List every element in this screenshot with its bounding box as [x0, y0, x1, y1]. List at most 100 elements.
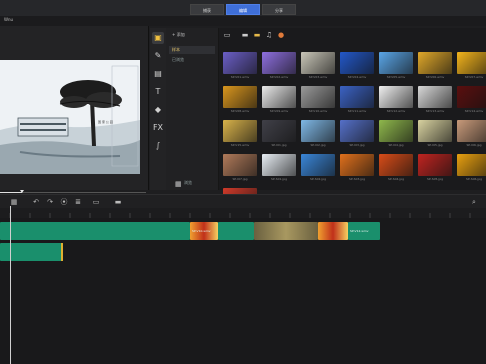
thumbnail-label: SP-V12.wmv	[386, 109, 406, 113]
media-thumbnail[interactable]	[379, 86, 413, 108]
thumbnail-label: SP-V15.wmv	[230, 143, 250, 147]
thumbnail-label: SP-I06.jpg	[466, 143, 482, 147]
media-thumbnail[interactable]	[262, 86, 296, 108]
timeline-clip[interactable]	[318, 222, 348, 240]
media-thumbnail[interactable]	[223, 86, 257, 108]
browse-icon[interactable]: ▦	[175, 180, 182, 188]
tab-capture[interactable]: 捕获	[190, 4, 224, 15]
media-thumbnail[interactable]	[457, 154, 486, 176]
media-thumbnail[interactable]	[340, 154, 374, 176]
thumbnail-label: SP-S05.jpg	[426, 177, 444, 181]
thumbnail-label: SP-S01.jpg	[270, 177, 288, 181]
path-icon[interactable]: ∫	[152, 140, 164, 152]
clip-label: SP-V12.wmv	[350, 229, 369, 233]
record-icon[interactable]: ⦿	[60, 198, 68, 206]
redo-icon[interactable]: ↷	[46, 198, 54, 206]
thumbnail-label: SP-S06.jpg	[465, 177, 483, 181]
media-thumbnail[interactable]	[223, 52, 257, 74]
photo-filter-icon[interactable]: ▬	[253, 31, 261, 39]
media-thumbnail[interactable]	[379, 120, 413, 142]
add-folder-button[interactable]: + 添加	[169, 31, 215, 39]
thumbnail-label: SP-V01.wmv	[230, 75, 250, 79]
timeline-clip[interactable]	[254, 222, 318, 240]
media-thumbnail[interactable]	[340, 52, 374, 74]
thumbnail-label: SP-I05.jpg	[427, 143, 443, 147]
browse-label[interactable]: 浏览	[184, 180, 192, 186]
thumbnail-label: SP-S03.jpg	[348, 177, 366, 181]
storyboard-icon[interactable]: ▦	[10, 198, 18, 206]
audio-filter-icon[interactable]: ♫	[265, 31, 273, 39]
media-thumbnail[interactable]	[301, 120, 335, 142]
media-thumbnail[interactable]	[262, 52, 296, 74]
thumbnail-label: SP-V07.wmv	[464, 75, 484, 79]
timeline-tracks: SP-V10.wmv SP-V12.wmv	[0, 218, 486, 364]
filter-icon[interactable]: FX	[152, 122, 164, 134]
thumbnail-label: SP-V13.wmv	[425, 109, 445, 113]
timeline-clip[interactable]	[0, 222, 190, 240]
folder-icon[interactable]: ▭	[223, 31, 231, 39]
media-thumbnail[interactable]	[379, 52, 413, 74]
clip-trim-handle[interactable]	[61, 243, 63, 261]
thumbnail-label: SP-V11.wmv	[347, 109, 367, 113]
smart-filter-icon[interactable]: ●	[277, 31, 285, 39]
thumbnail-label: SP-V02.wmv	[269, 75, 289, 79]
tab-share[interactable]: 分享	[262, 4, 296, 15]
thumbnail-label: SP-V03.wmv	[308, 75, 328, 79]
thumbnail-label: SP-V10.wmv	[308, 109, 328, 113]
media-folder-icon[interactable]: ▣	[152, 32, 164, 44]
media-thumbnail[interactable]	[262, 120, 296, 142]
playhead[interactable]	[10, 206, 11, 364]
side-toolbar: ▣ ✎ ▤ T ◆ FX ∫	[150, 28, 166, 190]
video-filter-icon[interactable]: ▬	[241, 31, 249, 39]
clip-label: SP-V10.wmv	[192, 229, 211, 233]
graphic-icon[interactable]: ◆	[152, 104, 164, 116]
thumbnail-label: SP-V06.wmv	[425, 75, 445, 79]
undo-icon[interactable]: ↶	[32, 198, 40, 206]
menu-label[interactable]: Wnu	[4, 17, 13, 22]
title-icon[interactable]: T	[152, 86, 164, 98]
media-thumbnail[interactable]	[301, 52, 335, 74]
thumbnail-label: SP-V04.wmv	[347, 75, 367, 79]
media-thumbnail[interactable]	[418, 86, 452, 108]
media-thumbnail[interactable]	[340, 86, 374, 108]
thumbnail-label: SP-V08.wmv	[230, 109, 250, 113]
timeline-ruler[interactable]	[0, 208, 486, 218]
media-thumbnail[interactable]	[418, 52, 452, 74]
mixer-icon[interactable]: ≣	[74, 198, 82, 206]
preview-overlay-text: 国 家 公 园	[98, 120, 113, 124]
folder-item[interactable]: 已浏览	[169, 56, 215, 64]
thumbnail-label: SP-I07.jpg	[232, 177, 248, 181]
library-panel: ▭ ▬ ▬ ♫ ● SP-V01.wmv SP-V02.wmv SP-V03.wmv…	[175, 28, 486, 215]
folder-item[interactable]: 样本	[169, 46, 215, 54]
tab-edit[interactable]: 编辑	[226, 4, 260, 15]
media-thumbnail[interactable]	[457, 120, 486, 142]
media-thumbnail[interactable]	[457, 86, 486, 108]
zoom-icon[interactable]: ⌕	[470, 198, 478, 206]
thumbnail-label: SP-I01.jpg	[271, 143, 287, 147]
media-thumbnail[interactable]	[223, 120, 257, 142]
preview-window[interactable]: 国 家 公 园	[0, 60, 140, 174]
instant-project-icon[interactable]: ✎	[152, 50, 164, 62]
media-thumbnail[interactable]	[457, 52, 486, 74]
timeline-clip[interactable]	[218, 222, 254, 240]
media-thumbnail[interactable]	[223, 154, 257, 176]
timeline-clip[interactable]: SP-V10.wmv	[190, 222, 218, 240]
top-bar: 捕获 编辑 分享	[0, 0, 486, 17]
thumbnail-label: SP-V09.wmv	[269, 109, 289, 113]
thumbnail-label: SP-V05.wmv	[386, 75, 406, 79]
thumbnail-label: SP-S02.jpg	[309, 177, 327, 181]
transition-icon[interactable]: ▤	[152, 68, 164, 80]
project-icon[interactable]: ▬	[114, 198, 122, 206]
media-thumbnail[interactable]	[379, 154, 413, 176]
timeline-clip[interactable]: SP-V12.wmv	[348, 222, 380, 240]
media-thumbnail[interactable]	[418, 120, 452, 142]
thumbnail-label: SP-I03.jpg	[349, 143, 365, 147]
media-thumbnail[interactable]	[301, 86, 335, 108]
media-thumbnail[interactable]	[301, 154, 335, 176]
thumbnail-label: SP-I02.jpg	[310, 143, 326, 147]
media-thumbnail[interactable]	[340, 120, 374, 142]
music-icon[interactable]: ▭	[92, 198, 100, 206]
media-thumbnail[interactable]	[418, 154, 452, 176]
media-thumbnail[interactable]	[262, 154, 296, 176]
library-toolbar: ▭ ▬ ▬ ♫ ●	[219, 28, 486, 42]
